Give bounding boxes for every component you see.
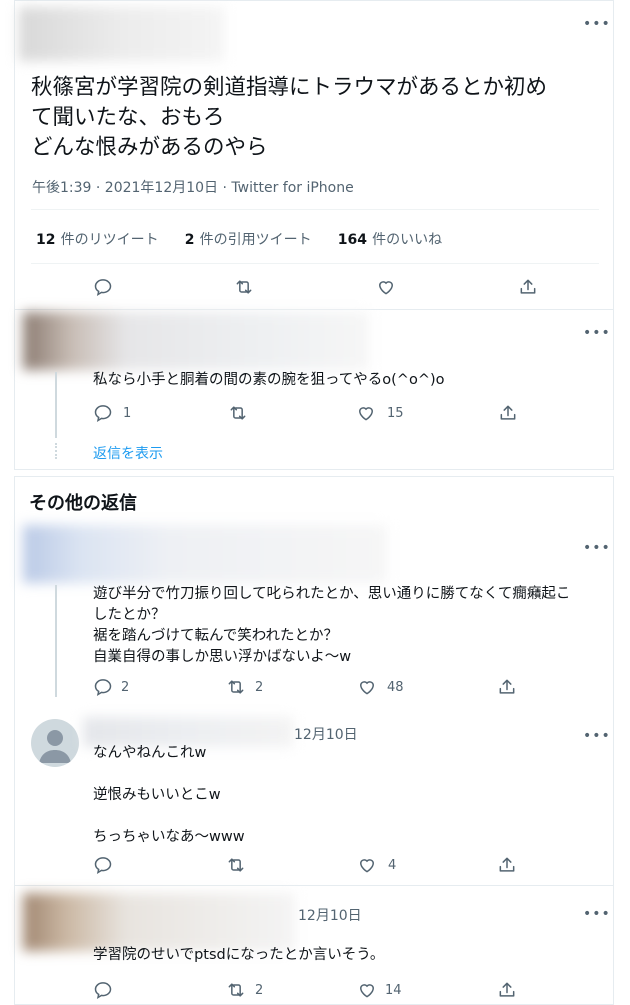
blurred-author-header[interactable]: [19, 7, 224, 61]
quotes-label[interactable]: 件の引用ツイート: [200, 232, 312, 248]
more-options-icon[interactable]: •••: [583, 729, 611, 743]
like-count: 14: [385, 983, 402, 998]
likes-count[interactable]: 164: [338, 232, 367, 248]
like-count: 4: [388, 858, 397, 873]
retweets-count[interactable]: 12: [36, 232, 55, 248]
like-icon[interactable]: [357, 855, 377, 875]
like-icon[interactable]: [376, 277, 396, 297]
blurred-author-header[interactable]: [23, 525, 387, 583]
avatar[interactable]: [31, 719, 79, 767]
retweet-count: 2: [255, 680, 264, 695]
retweets-label[interactable]: 件のリツイート: [61, 232, 159, 248]
tweet-meta: 午後1:39 · 2021年12月10日 · Twitter for iPhon…: [32, 180, 354, 196]
reply-count: 1: [123, 406, 132, 421]
retweet-count: 2: [255, 983, 264, 998]
reply-icon[interactable]: [93, 277, 113, 297]
divider: [31, 263, 599, 264]
reply-text: 私なら小手と胴着の間の素の腕を狙ってやるo(^o^)o: [93, 372, 445, 388]
tweet-text: 秋篠宮が学習院の剣道指導にトラウマがあるとか初め て聞いたな、おもろ どんな恨み…: [31, 75, 548, 160]
retweet-icon[interactable]: [226, 677, 246, 697]
thread-dots: [55, 443, 57, 459]
more-options-icon[interactable]: •••: [583, 541, 611, 555]
divider: [31, 209, 599, 210]
share-icon[interactable]: [497, 855, 517, 875]
retweet-icon[interactable]: [226, 980, 246, 1000]
section-title: その他の返信: [29, 493, 137, 514]
share-icon[interactable]: [497, 980, 517, 1000]
like-icon[interactable]: [356, 403, 376, 423]
retweet-icon[interactable]: [226, 855, 246, 875]
reply-icon[interactable]: [93, 677, 113, 697]
divider: [15, 885, 613, 886]
reply-card[interactable]: ••• 私なら小手と胴着の間の素の腕を狙ってやるo(^o^)o 1 15 返信を…: [14, 310, 614, 470]
reply-icon[interactable]: [93, 403, 113, 423]
blurred-author-header[interactable]: [23, 312, 369, 370]
avatar-default-icon: [39, 730, 71, 763]
reply-text: なんやねんこれw 逆恨みもいいとこw ちっちゃいなあ〜www: [93, 745, 245, 845]
like-count: 15: [387, 406, 404, 421]
more-options-icon[interactable]: •••: [583, 326, 611, 340]
share-icon[interactable]: [518, 277, 538, 297]
quotes-count[interactable]: 2: [185, 232, 195, 248]
thread-line: [55, 585, 57, 697]
more-options-icon[interactable]: •••: [583, 17, 611, 31]
reply-text: 遊び半分で竹刀振り回して叱られたとか、思い通りに勝てなくて癇癪起こ したとか？ …: [93, 586, 571, 665]
tweet-stats: 12 件のリツイート 2 件の引用ツイート 164 件のいいね: [36, 229, 442, 249]
share-icon[interactable]: [498, 403, 518, 423]
like-count: 48: [387, 680, 404, 695]
share-icon[interactable]: [497, 677, 517, 697]
like-icon[interactable]: [357, 677, 377, 697]
thread-line: [55, 372, 57, 438]
more-options-icon[interactable]: •••: [583, 907, 611, 921]
retweet-icon[interactable]: [228, 403, 248, 423]
retweet-icon[interactable]: [234, 277, 254, 297]
more-replies-card: その他の返信 ••• 遊び半分で竹刀振り回して叱られたとか、思い通りに勝てなくて…: [14, 476, 614, 1005]
reply-date[interactable]: 12月10日: [298, 905, 362, 925]
reply-count: 2: [121, 680, 130, 695]
reply-date[interactable]: 12月10日: [294, 724, 358, 744]
reply-icon[interactable]: [93, 855, 113, 875]
blurred-author-header[interactable]: [23, 893, 295, 951]
main-tweet-card: ••• 秋篠宮が学習院の剣道指導にトラウマがあるとか初め て聞いたな、おもろ ど…: [14, 0, 614, 310]
reply-icon[interactable]: [93, 980, 113, 1000]
likes-label[interactable]: 件のいいね: [372, 232, 442, 248]
show-replies-link[interactable]: 返信を表示: [93, 443, 163, 463]
reply-text: 学習院のせいでptsdになったとか言いそう。: [93, 947, 385, 963]
like-icon[interactable]: [357, 980, 377, 1000]
